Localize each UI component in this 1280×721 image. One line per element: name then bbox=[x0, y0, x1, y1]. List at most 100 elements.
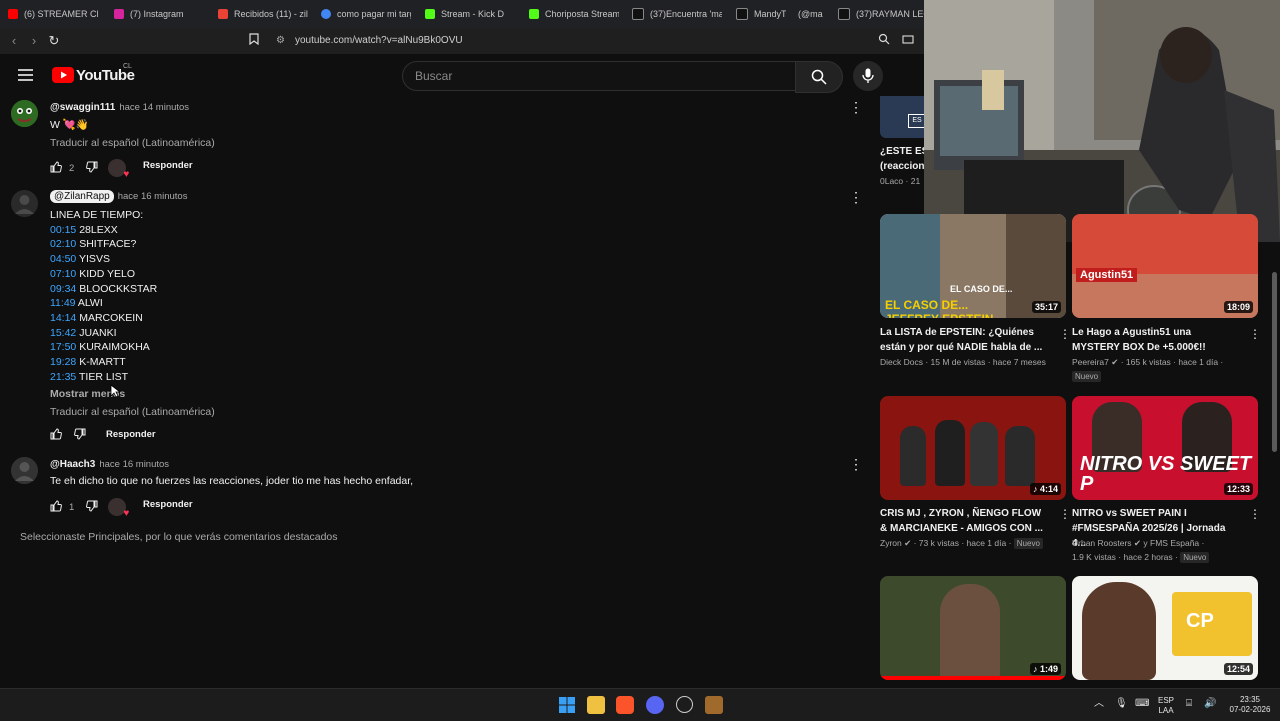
browser-tab[interactable]: (37)Encuentra 'mara bbox=[632, 4, 722, 24]
new-badge: Nuevo bbox=[1180, 552, 1210, 563]
video-title[interactable]: CRIS MJ , ZYRON , ÑENGO FLOW & MARCIANEK… bbox=[880, 506, 1046, 536]
package-icon[interactable] bbox=[705, 696, 723, 714]
avatar[interactable] bbox=[11, 190, 38, 217]
network-icon[interactable]: ⌸ bbox=[1186, 699, 1192, 709]
windows-start-icon[interactable] bbox=[558, 696, 576, 714]
video-meta[interactable]: Zyron ✔ · 73 k vistas · hace 1 día · Nue… bbox=[880, 536, 1066, 551]
video-thumbnail[interactable]: Agustin51 18:09 bbox=[1072, 214, 1258, 318]
translate-link[interactable]: Traducir al español (Latinoamérica) bbox=[50, 137, 215, 149]
site-settings-icon[interactable]: ⚙ bbox=[276, 35, 285, 46]
comment-menu-icon[interactable]: ⋮ bbox=[849, 190, 863, 204]
reply-button[interactable]: Responder bbox=[143, 160, 193, 171]
scrollbar-thumb[interactable] bbox=[1272, 272, 1277, 452]
like-icon[interactable] bbox=[50, 160, 62, 176]
video-thumbnail[interactable]: CP 12:54 bbox=[1072, 576, 1258, 680]
discord-icon[interactable] bbox=[646, 696, 664, 714]
search-input[interactable]: Buscar bbox=[402, 61, 796, 91]
timestamp-link[interactable]: 04:50 bbox=[50, 253, 76, 265]
comment-actions: 2 ♥ bbox=[50, 159, 129, 180]
cast-icon[interactable] bbox=[900, 33, 916, 49]
comment-menu-icon[interactable]: ⋮ bbox=[849, 100, 863, 114]
tiktok-favicon-icon bbox=[736, 8, 748, 20]
menu-icon[interactable] bbox=[18, 68, 33, 86]
timestamp-link[interactable]: 19:28 bbox=[50, 356, 76, 368]
translate-link[interactable]: Traducir al español (Latinoamérica) bbox=[50, 406, 215, 418]
clock[interactable]: 23:35 07-02-2026 bbox=[1226, 695, 1274, 715]
forward-icon[interactable]: › bbox=[26, 33, 42, 49]
youtube-logo-icon[interactable] bbox=[52, 67, 74, 83]
comment-time[interactable]: hace 16 minutos bbox=[118, 191, 188, 202]
comment-menu-icon[interactable]: ⋮ bbox=[849, 457, 863, 471]
video-menu-icon[interactable]: ⋮ bbox=[1249, 507, 1261, 521]
browser-tab[interactable]: Choriposta Stream bbox=[529, 4, 619, 24]
video-menu-icon[interactable]: ⋮ bbox=[1059, 327, 1071, 341]
video-meta[interactable]: Peereira7 ✔ · 165 k vistas · hace 1 día … bbox=[1072, 355, 1258, 384]
timestamp-link[interactable]: 00:15 bbox=[50, 224, 76, 236]
video-title[interactable]: La LISTA de EPSTEIN: ¿Quiénes están y po… bbox=[880, 325, 1046, 355]
kick-favicon-icon bbox=[425, 9, 435, 19]
search-icon bbox=[811, 69, 827, 85]
avatar[interactable] bbox=[11, 100, 38, 127]
microphone-tray-icon[interactable]: 🎙 bbox=[1115, 699, 1128, 709]
browser-tab[interactable]: (7) Instagram bbox=[114, 4, 204, 24]
browser-tab[interactable]: (37)RAYMAN LEGE bbox=[838, 4, 924, 24]
timestamp-link[interactable]: 15:42 bbox=[50, 327, 76, 339]
like-icon[interactable] bbox=[50, 428, 62, 443]
brave-browser-icon[interactable] bbox=[616, 696, 634, 714]
comment-author[interactable]: @Haach3 hace 16 minutos bbox=[50, 459, 169, 470]
video-thumbnail[interactable]: ♪ 1:49 bbox=[880, 576, 1066, 680]
file-explorer-icon[interactable] bbox=[587, 696, 605, 714]
video-menu-icon[interactable]: ⋮ bbox=[1249, 327, 1261, 341]
browser-tab[interactable]: Recibidos (11) - zila bbox=[218, 4, 308, 24]
language-indicator[interactable]: ESP LAA bbox=[1158, 696, 1174, 716]
video-thumbnail[interactable]: NITRO VS SWEET P 12:33 bbox=[1072, 396, 1258, 500]
video-thumbnail[interactable]: ♪ 4:14 bbox=[880, 396, 1066, 500]
avatar[interactable] bbox=[11, 457, 38, 484]
video-thumbnail[interactable]: ES bbox=[880, 96, 924, 138]
comment-time[interactable]: hace 14 minutos bbox=[119, 102, 189, 113]
reply-button[interactable]: Responder bbox=[106, 429, 156, 440]
comment-author[interactable]: @ZilanRapp hace 16 minutos bbox=[50, 190, 188, 203]
dislike-icon[interactable] bbox=[86, 500, 98, 515]
timestamp-link[interactable]: 11:49 bbox=[50, 297, 76, 309]
timeline-row: 04:50 YISVS bbox=[50, 253, 110, 266]
video-title[interactable]: ¿ESTE ES (reaccion bbox=[880, 144, 924, 174]
browser-tab[interactable]: (6) STREAMER CHIL bbox=[8, 4, 98, 24]
reply-button[interactable]: Responder bbox=[143, 499, 193, 510]
video-title[interactable]: Le Hago a Agustin51 una MYSTERY BOX De +… bbox=[1072, 325, 1238, 355]
address-bar[interactable]: ⚙ youtube.com/watch?v=alNu9Bk0OVU bbox=[270, 32, 900, 50]
url-text: youtube.com/watch?v=alNu9Bk0OVU bbox=[295, 35, 463, 46]
zoom-icon[interactable] bbox=[876, 33, 892, 49]
back-icon[interactable]: ‹ bbox=[6, 33, 22, 49]
volume-icon[interactable]: 🔊 bbox=[1204, 699, 1216, 709]
comment-time[interactable]: hace 16 minutos bbox=[99, 459, 169, 470]
timestamp-link[interactable]: 07:10 bbox=[50, 268, 76, 280]
chevron-up-icon[interactable]: ︿ bbox=[1094, 699, 1104, 709]
video-channel[interactable]: 0Laco · 21 bbox=[880, 176, 924, 186]
comment-author[interactable]: @swaggin111 hace 14 minutos bbox=[50, 102, 189, 113]
timestamp-link[interactable]: 09:34 bbox=[50, 283, 76, 295]
like-icon[interactable] bbox=[50, 499, 62, 515]
video-meta[interactable]: Urban Roosters ✔ y FMS España · 1.9 K vis… bbox=[1072, 536, 1258, 565]
video-thumbnail[interactable]: EL CASO DE... EL CASO DE... JEFFREY EPST… bbox=[880, 214, 1066, 318]
timestamp-link[interactable]: 02:10 bbox=[50, 238, 76, 250]
browser-tab-fragment[interactable]: (@ma bbox=[798, 4, 828, 24]
browser-tab[interactable]: como pagar mi targ bbox=[321, 4, 411, 24]
app-icon[interactable] bbox=[676, 696, 693, 713]
video-menu-icon[interactable]: ⋮ bbox=[1059, 507, 1071, 521]
timestamp-link[interactable]: 21:35 bbox=[50, 371, 76, 383]
video-meta[interactable]: Dieck Docs · 15 M de vistas · hace 7 mes… bbox=[880, 355, 1066, 369]
timestamp-link[interactable]: 17:50 bbox=[50, 341, 76, 353]
dislike-icon[interactable] bbox=[86, 161, 98, 176]
dislike-icon[interactable] bbox=[74, 428, 86, 443]
bookmark-icon[interactable] bbox=[246, 33, 262, 49]
new-badge: Nuevo bbox=[1013, 538, 1043, 549]
search-button[interactable] bbox=[795, 61, 843, 93]
browser-tab[interactable]: MandyTC bbox=[736, 4, 786, 24]
mouse-cursor-icon bbox=[110, 384, 122, 403]
voice-search-button[interactable] bbox=[853, 61, 883, 91]
reload-icon[interactable]: ↻ bbox=[46, 33, 62, 49]
timestamp-link[interactable]: 14:14 bbox=[50, 312, 76, 324]
browser-tab[interactable]: Stream - Kick D bbox=[425, 4, 515, 24]
keyboard-icon[interactable]: ⌨ bbox=[1135, 699, 1149, 709]
